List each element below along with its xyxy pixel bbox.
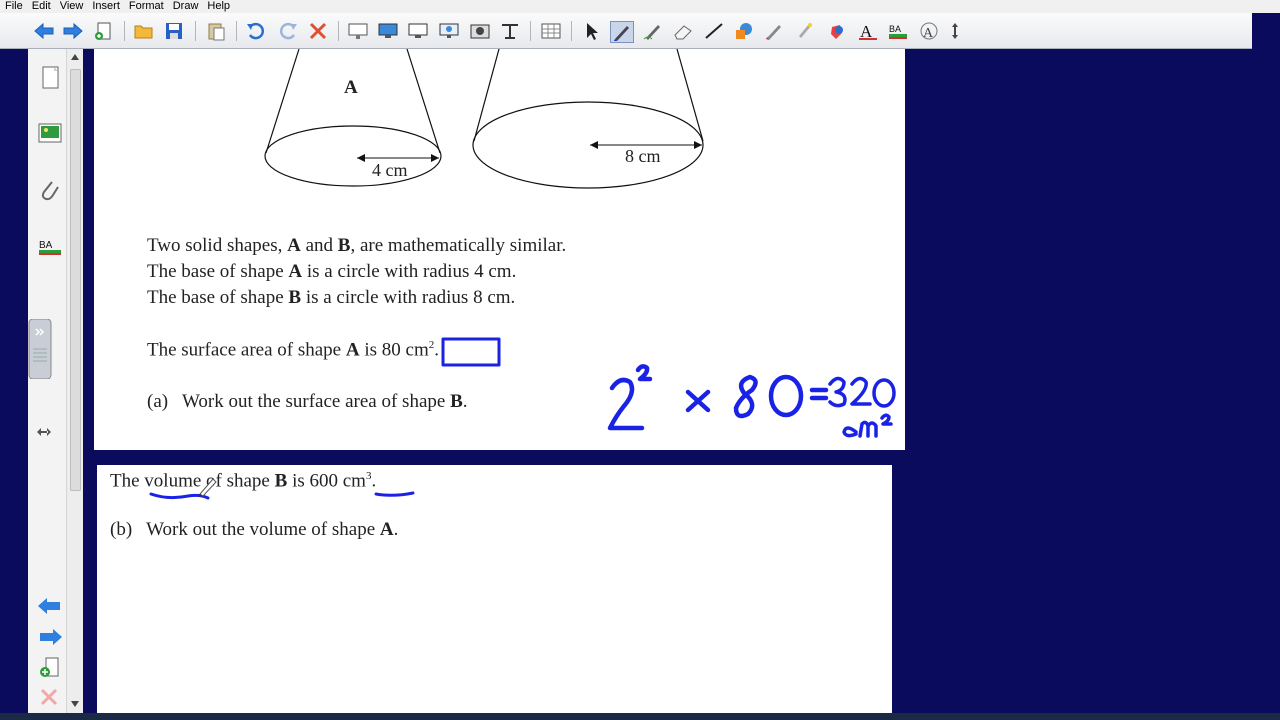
properties-tab-icon[interactable]: BA [36,233,64,261]
magic-pen-icon[interactable] [763,21,785,41]
screen-shade-icon[interactable] [347,21,369,41]
table-tool-icon[interactable] [499,21,521,41]
display-icon[interactable] [377,21,399,41]
properties-icon[interactable]: BA [887,21,909,41]
pen-cursor-icon [199,478,217,497]
menu-insert[interactable]: Insert [87,0,124,12]
sidebar-delete-icon[interactable] [36,687,64,709]
text-line-2: The base of shape A is a circle with rad… [147,261,517,282]
sidebar-forward-icon[interactable] [36,626,64,648]
page-sorter-icon[interactable] [36,64,64,92]
undo-icon[interactable] [245,21,267,41]
radius-a-label: 4 cm [372,160,408,180]
measure-icon[interactable]: A [918,21,940,41]
sidebar-back-icon[interactable] [36,595,64,617]
menu-format[interactable]: Format [124,0,168,12]
svg-text:BA: BA [889,24,901,34]
menu-edit[interactable]: Edit [27,0,55,12]
open-folder-icon[interactable] [133,21,155,41]
table-icon[interactable] [540,21,562,41]
select-arrow-icon[interactable] [580,21,602,41]
scroll-up-icon[interactable] [71,54,79,60]
text-line-1: Two solid shapes, A and B, are mathemati… [147,235,567,256]
pen-icon[interactable] [610,21,634,43]
collapse-handle-icon[interactable] [28,319,52,379]
menu-view[interactable]: View [55,0,88,12]
menu-bar: File Edit View Insert Format Draw Help [0,0,1280,13]
menu-draw[interactable]: Draw [168,0,203,12]
vertical-scrollbar[interactable] [66,49,83,714]
line-icon[interactable] [703,21,725,41]
menu-file[interactable]: File [0,0,27,12]
toolbar: A BA A [0,13,1252,49]
ink-box-around-unit [441,337,501,367]
text-icon[interactable]: A [857,21,879,41]
eraser-icon[interactable] [672,21,694,41]
forward-arrow-icon[interactable] [62,21,84,41]
svg-text:A: A [923,26,934,41]
camera-icon[interactable] [469,21,491,41]
taskbar [0,713,1280,720]
resize-arrows-icon[interactable] [36,426,52,438]
shape-a-label: A [344,77,358,98]
attachments-icon[interactable] [36,177,64,205]
cones-diagram [264,49,704,189]
window-edge [0,49,28,720]
ink-handwritten-calculation [607,364,896,438]
sidebar-add-page-icon[interactable] [36,656,64,680]
highlighter-icon[interactable] [826,21,848,41]
monitor-icon[interactable] [407,21,429,41]
fill-icon[interactable] [794,21,816,41]
svg-text:BA: BA [39,240,53,251]
exam-page-2: The volume of shape B is 600 cm3. (b) Wo… [97,465,892,720]
ink-underline-cm3 [374,491,415,497]
paste-icon[interactable] [205,21,227,41]
surface-area-line: The surface area of shape A is 80 cm2. [147,339,439,361]
back-arrow-icon[interactable] [33,21,55,41]
redo-icon[interactable] [277,21,299,41]
question-a: (a) Work out the surface area of shape B… [147,391,468,412]
scroll-thumb[interactable] [70,69,81,491]
save-icon[interactable] [163,21,185,41]
new-page-icon[interactable] [92,21,114,41]
text-line-3: The base of shape B is a circle with rad… [147,287,516,308]
creative-pen-icon[interactable] [642,21,664,41]
scroll-down-icon[interactable] [71,701,79,707]
delete-icon[interactable] [307,21,329,41]
radius-b-label: 8 cm [625,146,661,166]
gallery-icon[interactable] [36,120,64,148]
shapes-icon[interactable] [733,21,755,41]
projector-icon[interactable] [438,21,460,41]
question-b: (b) Work out the volume of shape A. [110,519,399,540]
menu-help[interactable]: Help [202,0,234,12]
move-toolbar-icon[interactable] [948,21,962,41]
